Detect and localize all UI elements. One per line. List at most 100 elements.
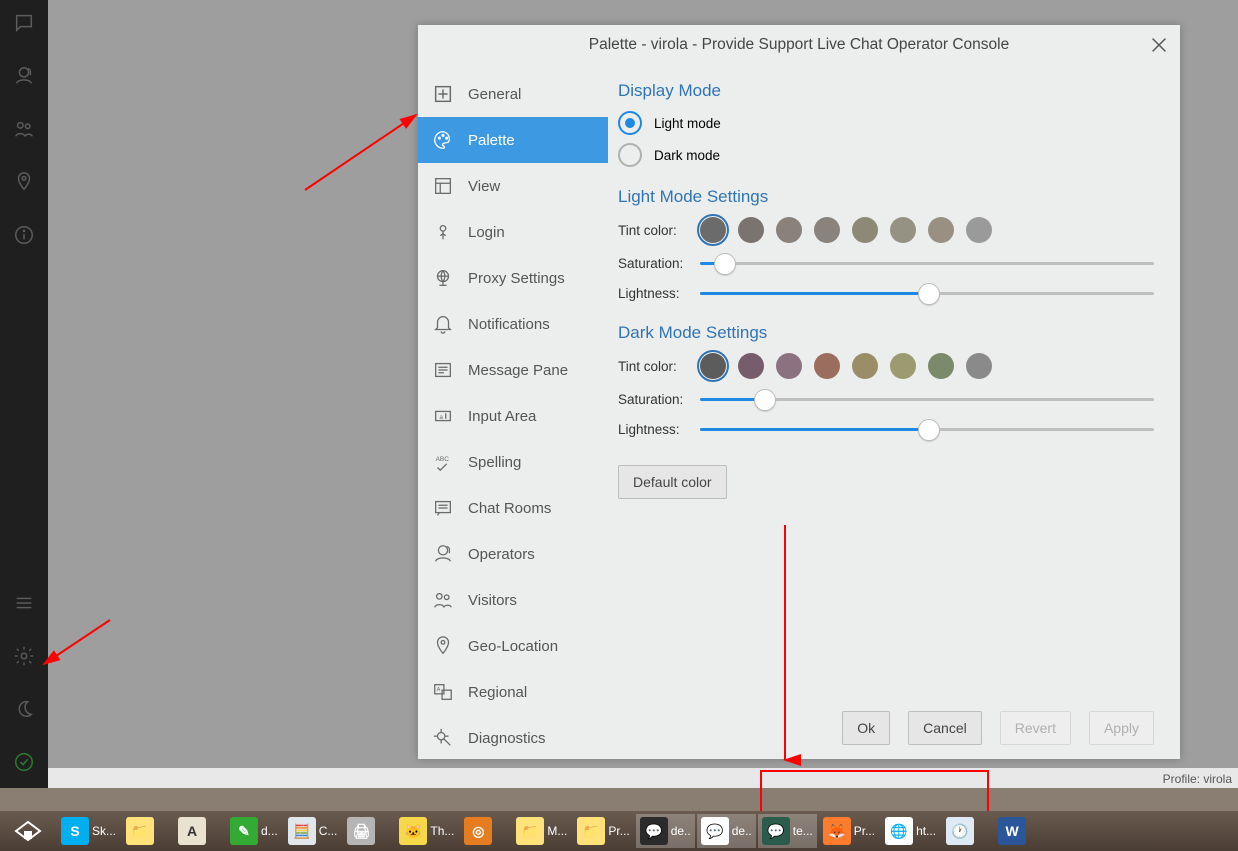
tint-swatch[interactable] bbox=[814, 353, 840, 379]
taskbar-item-icon: 📁 bbox=[577, 817, 605, 845]
nav-notifications-label: Notifications bbox=[468, 316, 550, 333]
taskbar-item[interactable]: ◎ bbox=[460, 814, 510, 848]
nav-general[interactable]: General bbox=[418, 71, 608, 117]
nav-login[interactable]: Login bbox=[418, 209, 608, 255]
app-background: Profile: virola Palette - virola - Provi… bbox=[0, 0, 1238, 788]
taskbar-item[interactable]: 🖨 bbox=[343, 814, 393, 848]
taskbar-item[interactable]: ✎d... bbox=[226, 814, 282, 848]
nav-visitors[interactable]: Visitors bbox=[418, 577, 608, 623]
tint-swatch[interactable] bbox=[700, 353, 726, 379]
nav-spelling-label: Spelling bbox=[468, 454, 521, 471]
taskbar-item-label: ht... bbox=[916, 824, 936, 838]
tint-swatch[interactable] bbox=[776, 353, 802, 379]
cancel-button[interactable]: Cancel bbox=[908, 711, 982, 745]
light-lightness-slider[interactable] bbox=[700, 283, 1154, 303]
light-saturation-slider[interactable] bbox=[700, 253, 1154, 273]
taskbar-item-icon: 📁 bbox=[126, 817, 154, 845]
nav-regional[interactable]: ARegional bbox=[418, 669, 608, 715]
tint-swatch[interactable] bbox=[928, 353, 954, 379]
tint-swatch[interactable] bbox=[966, 217, 992, 243]
revert-button[interactable]: Revert bbox=[1000, 711, 1071, 745]
taskbar-item-icon: 🧮 bbox=[288, 817, 316, 845]
taskbar: SSk...📁A✎d...🧮C...🖨🐱Th...◎📁M...📁Pr...💬de… bbox=[0, 811, 1238, 851]
taskbar-item[interactable]: A bbox=[174, 814, 224, 848]
default-color-button[interactable]: Default color bbox=[618, 465, 727, 499]
tint-swatch[interactable] bbox=[776, 217, 802, 243]
radio-dark-mode[interactable] bbox=[618, 143, 642, 167]
ok-button[interactable]: Ok bbox=[842, 711, 890, 745]
tint-swatch[interactable] bbox=[966, 353, 992, 379]
start-button[interactable] bbox=[0, 819, 56, 843]
visitors-icon[interactable] bbox=[13, 118, 35, 145]
svg-text:A: A bbox=[437, 687, 441, 693]
tint-swatch[interactable] bbox=[700, 217, 726, 243]
settings-icon[interactable] bbox=[13, 645, 35, 672]
nav-proxy[interactable]: Proxy Settings bbox=[418, 255, 608, 301]
taskbar-item-label: Sk... bbox=[92, 824, 116, 838]
nav-spelling[interactable]: ABCSpelling bbox=[418, 439, 608, 485]
nav-palette[interactable]: Palette bbox=[418, 117, 608, 163]
profile-label: Profile: virola bbox=[1163, 772, 1232, 786]
nav-message-pane[interactable]: Message Pane bbox=[418, 347, 608, 393]
light-tint-label: Tint color: bbox=[618, 223, 696, 238]
tint-swatch[interactable] bbox=[738, 353, 764, 379]
taskbar-item[interactable]: 💬te... bbox=[758, 814, 817, 848]
nav-diagnostics-label: Diagnostics bbox=[468, 730, 546, 747]
taskbar-item-icon: 📁 bbox=[516, 817, 544, 845]
nav-geolocation[interactable]: Geo-Location bbox=[418, 623, 608, 669]
tint-swatch[interactable] bbox=[928, 217, 954, 243]
taskbar-item-label: de.. bbox=[732, 824, 752, 838]
nav-diagnostics[interactable]: Diagnostics bbox=[418, 715, 608, 761]
taskbar-item[interactable]: 🕐 bbox=[942, 814, 992, 848]
dark-mode-label: Dark mode bbox=[654, 148, 720, 163]
chat-icon[interactable] bbox=[13, 12, 35, 39]
taskbar-item[interactable]: 🧮C... bbox=[284, 814, 342, 848]
tint-swatch[interactable] bbox=[738, 217, 764, 243]
taskbar-item-icon: A bbox=[178, 817, 206, 845]
tint-swatch[interactable] bbox=[890, 353, 916, 379]
nav-notifications[interactable]: Notifications bbox=[418, 301, 608, 347]
taskbar-item[interactable]: SSk... bbox=[57, 814, 120, 848]
taskbar-item[interactable]: 🦊Pr... bbox=[819, 814, 879, 848]
dark-lightness-slider[interactable] bbox=[700, 419, 1154, 439]
preferences-dialog: Palette - virola - Provide Support Live … bbox=[418, 25, 1180, 759]
settings-navlist: General Palette View Login Proxy Setting… bbox=[418, 65, 608, 705]
dark-saturation-slider[interactable] bbox=[700, 389, 1154, 409]
dialog-title: Palette - virola - Provide Support Live … bbox=[418, 25, 1180, 65]
taskbar-item[interactable]: 💬de.. bbox=[636, 814, 695, 848]
operator-icon[interactable] bbox=[13, 65, 35, 92]
night-icon[interactable] bbox=[13, 698, 35, 725]
nav-chatrooms-label: Chat Rooms bbox=[468, 500, 551, 517]
dark-saturation-label: Saturation: bbox=[618, 392, 696, 407]
dark-tint-swatches bbox=[700, 353, 992, 379]
close-icon[interactable] bbox=[1148, 34, 1170, 56]
tint-swatch[interactable] bbox=[852, 353, 878, 379]
taskbar-item[interactable]: 📁 bbox=[122, 814, 172, 848]
nav-chat-rooms[interactable]: Chat Rooms bbox=[418, 485, 608, 531]
radio-light-mode[interactable] bbox=[618, 111, 642, 135]
status-online-icon[interactable] bbox=[13, 751, 35, 778]
taskbar-item-label: C... bbox=[319, 824, 338, 838]
nav-view[interactable]: View bbox=[418, 163, 608, 209]
nav-operators[interactable]: Operators bbox=[418, 531, 608, 577]
nav-input-area[interactable]: aInput Area bbox=[418, 393, 608, 439]
nav-palette-label: Palette bbox=[468, 132, 515, 149]
taskbar-item-icon: 🦊 bbox=[823, 817, 851, 845]
nav-geolocation-label: Geo-Location bbox=[468, 638, 558, 655]
taskbar-item[interactable]: 🌐ht... bbox=[881, 814, 940, 848]
tint-swatch[interactable] bbox=[890, 217, 916, 243]
taskbar-item-label: Pr... bbox=[854, 824, 875, 838]
info-icon[interactable] bbox=[13, 224, 35, 251]
apply-button[interactable]: Apply bbox=[1089, 711, 1154, 745]
location-icon[interactable] bbox=[13, 171, 35, 198]
taskbar-item[interactable]: 📁M... bbox=[512, 814, 571, 848]
menu-icon[interactable] bbox=[13, 592, 35, 619]
tint-swatch[interactable] bbox=[814, 217, 840, 243]
tint-swatch[interactable] bbox=[852, 217, 878, 243]
taskbar-item[interactable]: 🐱Th... bbox=[395, 814, 458, 848]
taskbar-item[interactable]: 💬de.. bbox=[697, 814, 756, 848]
nav-general-label: General bbox=[468, 86, 521, 103]
taskbar-item[interactable]: W bbox=[994, 814, 1044, 848]
taskbar-item-icon: 💬 bbox=[701, 817, 729, 845]
taskbar-item[interactable]: 📁Pr... bbox=[573, 814, 633, 848]
